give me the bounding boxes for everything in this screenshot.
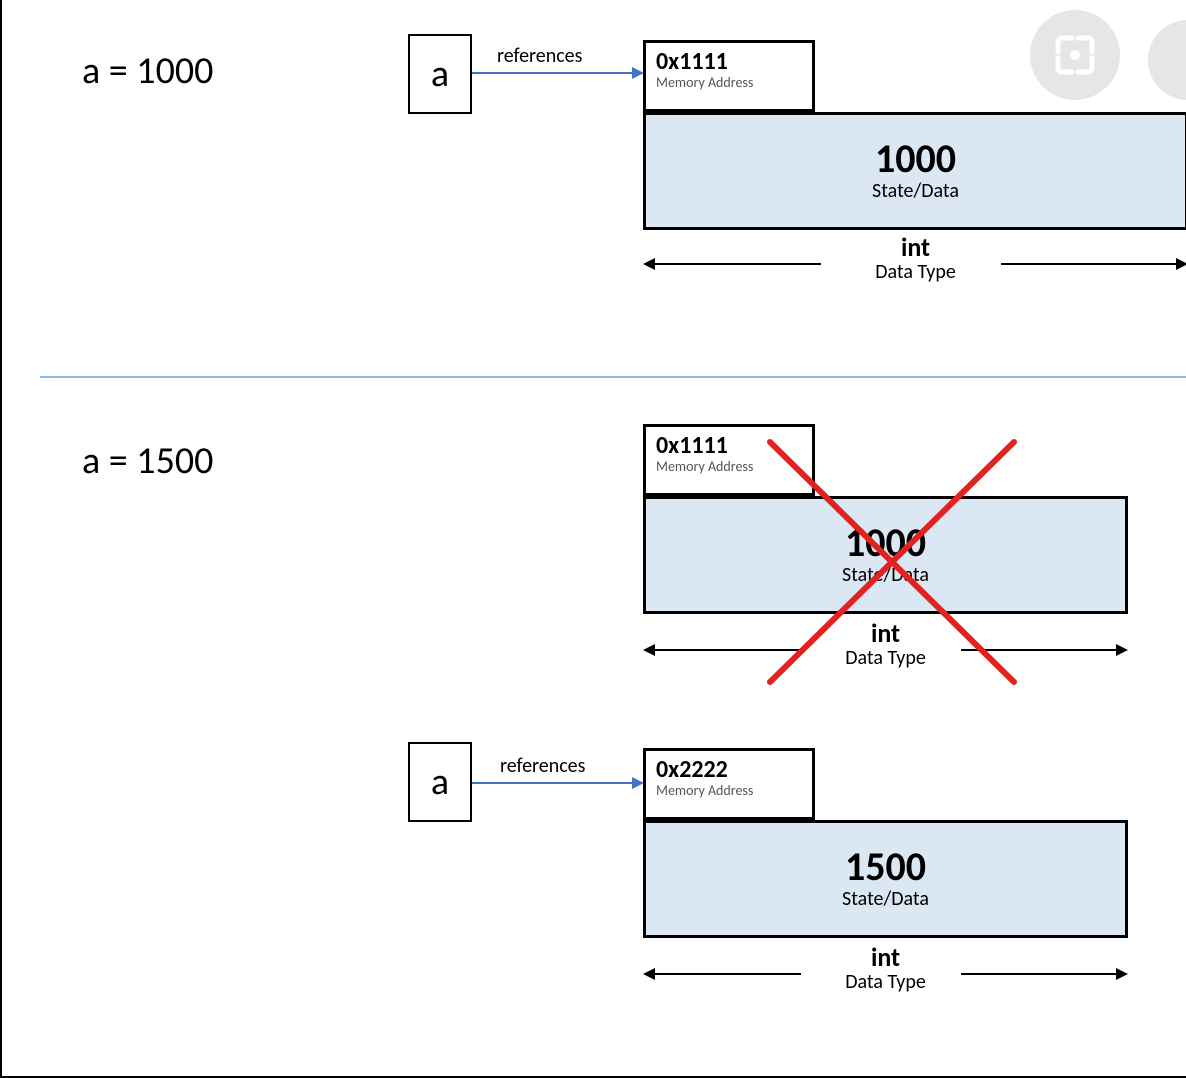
variable-box-1: a bbox=[408, 34, 472, 114]
variable-name-1: a bbox=[431, 51, 449, 97]
partial-button[interactable] bbox=[1148, 20, 1186, 100]
memory-address-new: 0x2222 bbox=[656, 757, 802, 783]
state-value-sub-1: State/Data bbox=[872, 179, 959, 203]
lens-icon bbox=[1052, 32, 1098, 78]
memory-address-sub-new: Memory Address bbox=[656, 783, 802, 798]
state-value-sub-new: State/Data bbox=[842, 887, 929, 911]
memory-address-1: 0x1111 bbox=[656, 49, 802, 75]
state-value-1: 1000 bbox=[875, 139, 956, 179]
cross-out-icon bbox=[762, 434, 1022, 690]
lens-button[interactable] bbox=[1030, 10, 1120, 100]
section-divider bbox=[40, 376, 1186, 378]
type-span-arrow-1 bbox=[643, 254, 1186, 274]
diagram-canvas: a = 1000 a references 0x1111 Memory Addr… bbox=[0, 0, 1186, 1078]
memory-address-box-new: 0x2222 Memory Address bbox=[643, 748, 815, 820]
state-box-1: 1000 State/Data bbox=[643, 112, 1186, 230]
variable-box-2: a bbox=[408, 742, 472, 822]
state-box-new: 1500 State/Data bbox=[643, 820, 1128, 938]
memory-address-sub-1: Memory Address bbox=[656, 75, 802, 90]
reference-arrow-1 bbox=[472, 64, 644, 82]
memory-address-box-1: 0x1111 Memory Address bbox=[643, 40, 815, 112]
reference-arrow-2 bbox=[472, 774, 644, 792]
type-span-arrow-new bbox=[643, 964, 1128, 984]
assignment-2: a = 1500 bbox=[82, 438, 213, 484]
assignment-1: a = 1000 bbox=[82, 48, 213, 94]
state-value-new: 1500 bbox=[845, 847, 926, 887]
variable-name-2: a bbox=[431, 759, 449, 805]
